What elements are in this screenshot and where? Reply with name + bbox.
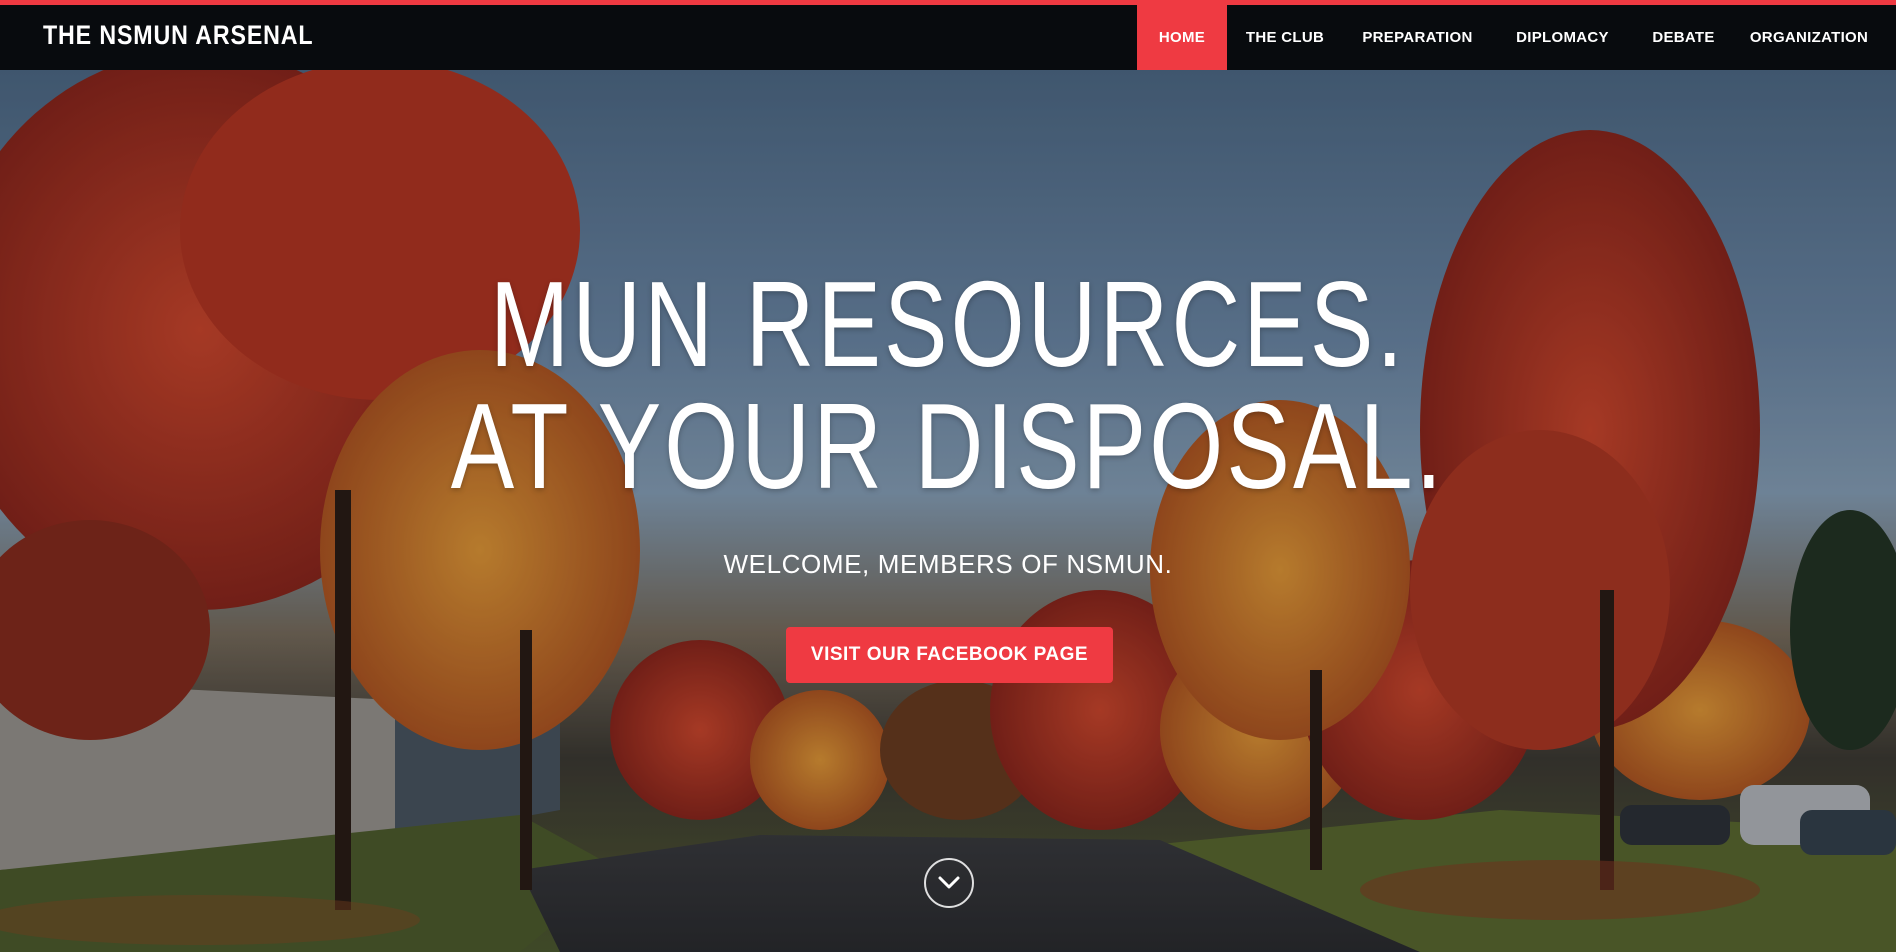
nav-item-preparation[interactable]: PREPARATION (1343, 5, 1492, 70)
nav-item-the-club[interactable]: THE CLUB (1227, 5, 1343, 70)
hero-headline-line1: MUN RESOURCES. (489, 256, 1407, 392)
nav-item-home[interactable]: HOME (1137, 5, 1227, 70)
chevron-down-icon (938, 876, 960, 889)
navbar: THE NSMUN ARSENAL HOME THE CLUB PREPARAT… (0, 5, 1896, 70)
hero-headline-line2: AT YOUR DISPOSAL. (450, 378, 1446, 514)
hero-subtitle: WELCOME, MEMBERS OF NSMUN. (723, 549, 1173, 579)
site-brand[interactable]: THE NSMUN ARSENAL (43, 20, 313, 51)
hero-section: MUN RESOURCES. AT YOUR DISPOSAL. WELCOME… (0, 70, 1896, 952)
main-nav: HOME THE CLUB PREPARATION DIPLOMACY DEBA… (1137, 5, 1896, 70)
nav-item-organization[interactable]: ORGANIZATION (1734, 5, 1896, 70)
nav-item-debate[interactable]: DEBATE (1633, 5, 1734, 70)
scroll-down-button[interactable] (924, 858, 974, 908)
top-accent-strip (0, 0, 1896, 5)
nav-item-diplomacy[interactable]: DIPLOMACY (1492, 5, 1633, 70)
facebook-cta-button[interactable]: VISIT OUR FACEBOOK PAGE (786, 627, 1113, 683)
